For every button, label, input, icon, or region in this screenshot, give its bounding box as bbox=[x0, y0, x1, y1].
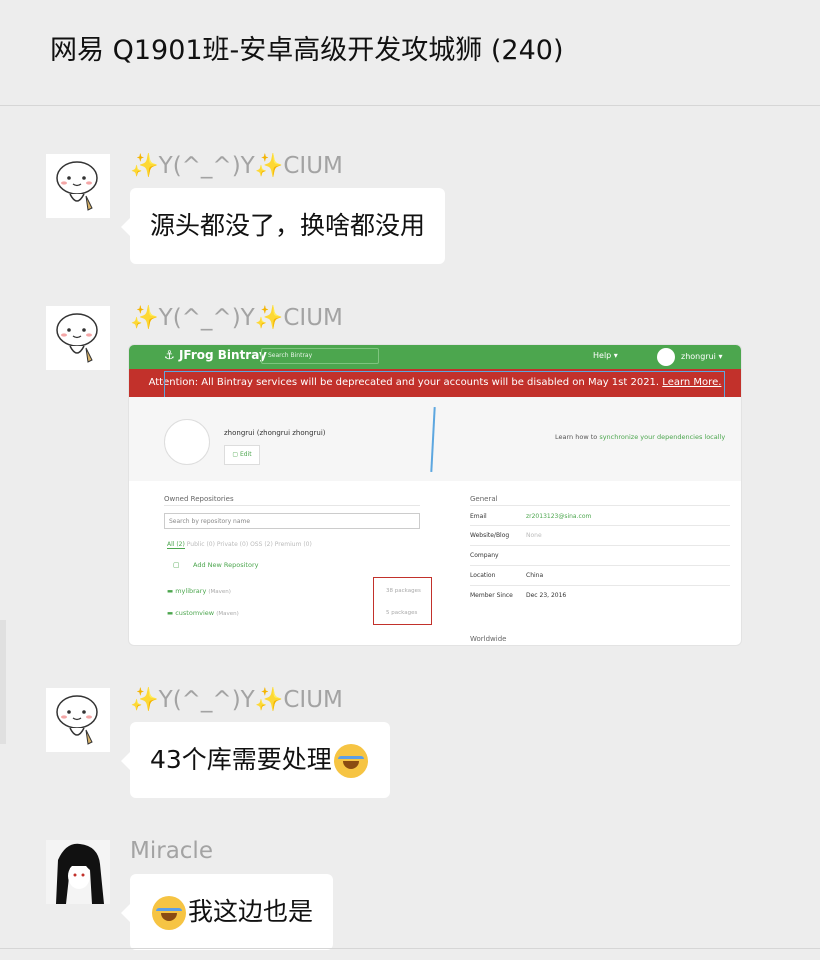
general-row: Website/Blog None bbox=[470, 532, 542, 539]
cartoon-avatar-icon bbox=[56, 695, 98, 745]
message-text: 43个库需要处理 bbox=[150, 745, 332, 774]
message-bubble[interactable]: 源头都没了，换啥都没用 bbox=[120, 188, 446, 264]
chat-header: 网易 Q1901班-安卓高级开发攻城狮 (240) bbox=[0, 0, 820, 106]
sender-name: Miracle bbox=[130, 838, 213, 864]
crying-laughing-emoji-icon bbox=[152, 896, 186, 930]
crying-laughing-emoji-icon bbox=[333, 744, 368, 778]
avatar[interactable] bbox=[46, 840, 110, 904]
repo-item: ▬ mylibrary (Maven) bbox=[167, 587, 231, 595]
sender-name: ✨Y(^_^)Y✨CIUM bbox=[130, 687, 343, 713]
chat-title: 网易 Q1901班-安卓高级开发攻城狮 (240) bbox=[50, 35, 564, 66]
sender-name: ✨Y(^_^)Y✨CIUM bbox=[130, 305, 343, 331]
scrollbar[interactable] bbox=[0, 620, 6, 744]
anime-girl-avatar-icon bbox=[46, 840, 110, 904]
worldwide-title: Worldwide bbox=[470, 635, 507, 643]
general-title: General bbox=[470, 495, 498, 503]
avatar[interactable] bbox=[46, 306, 110, 370]
cartoon-avatar-icon bbox=[56, 313, 98, 363]
avatar[interactable] bbox=[46, 154, 110, 218]
general-row: Location China bbox=[470, 572, 544, 579]
message-text: 源头都没了，换啥都没用 bbox=[150, 211, 426, 240]
sparkle-icon: ✨ bbox=[130, 305, 159, 331]
add-new-repo: Add New Repository bbox=[193, 561, 259, 569]
sparkle-icon: ✨ bbox=[254, 305, 284, 331]
help-menu: Help ▾ bbox=[593, 351, 618, 360]
owned-repos-title: Owned Repositories bbox=[164, 495, 234, 503]
message-bubble[interactable]: 我这边也是 bbox=[120, 874, 334, 950]
bintray-logo: ⚓ JFrog Bintray bbox=[164, 348, 267, 362]
profile-name: zhongrui (zhongrui zhongrui) bbox=[224, 429, 326, 437]
repo-item: ▬ customview (Maven) bbox=[167, 609, 239, 617]
user-menu: zhongrui ▾ bbox=[657, 347, 722, 367]
screenshot-image[interactable]: ⚓ JFrog Bintray Search Bintray Help ▾ zh… bbox=[128, 344, 742, 646]
message-bubble[interactable]: 43个库需要处理 bbox=[121, 722, 390, 798]
user-avatar-icon bbox=[657, 347, 675, 366]
general-row: Member Since Dec 23, 2016 bbox=[470, 592, 567, 599]
sparkle-icon: ✨ bbox=[254, 687, 284, 713]
general-row: Company bbox=[470, 552, 499, 559]
repo-tabs: All (2) Public (0) Private (0) OSS (2) P… bbox=[167, 541, 312, 549]
sparkle-icon: ✨ bbox=[130, 153, 159, 179]
sender-name: ✨Y(^_^)Y✨CIUM bbox=[130, 153, 343, 179]
cartoon-avatar-icon bbox=[56, 161, 98, 211]
add-icon: ▢ bbox=[173, 561, 180, 569]
composer-divider bbox=[0, 948, 820, 949]
repo-search: Search by repository name bbox=[164, 513, 420, 529]
bintray-search: Search Bintray bbox=[261, 348, 379, 364]
message-text: 我这边也是 bbox=[188, 897, 314, 926]
learn-sync-text: Learn how to synchronize your dependenci… bbox=[555, 433, 726, 441]
red-highlight-box bbox=[373, 577, 432, 625]
edit-button: ▢ Edit bbox=[224, 445, 260, 465]
general-row: Email zr2013123@sina.com bbox=[470, 513, 592, 520]
profile-avatar bbox=[164, 419, 210, 465]
bintray-topbar: ⚓ JFrog Bintray Search Bintray Help ▾ zh… bbox=[129, 345, 741, 369]
sparkle-icon: ✨ bbox=[254, 153, 284, 179]
sparkle-icon: ✨ bbox=[130, 687, 159, 713]
avatar[interactable] bbox=[46, 688, 110, 752]
